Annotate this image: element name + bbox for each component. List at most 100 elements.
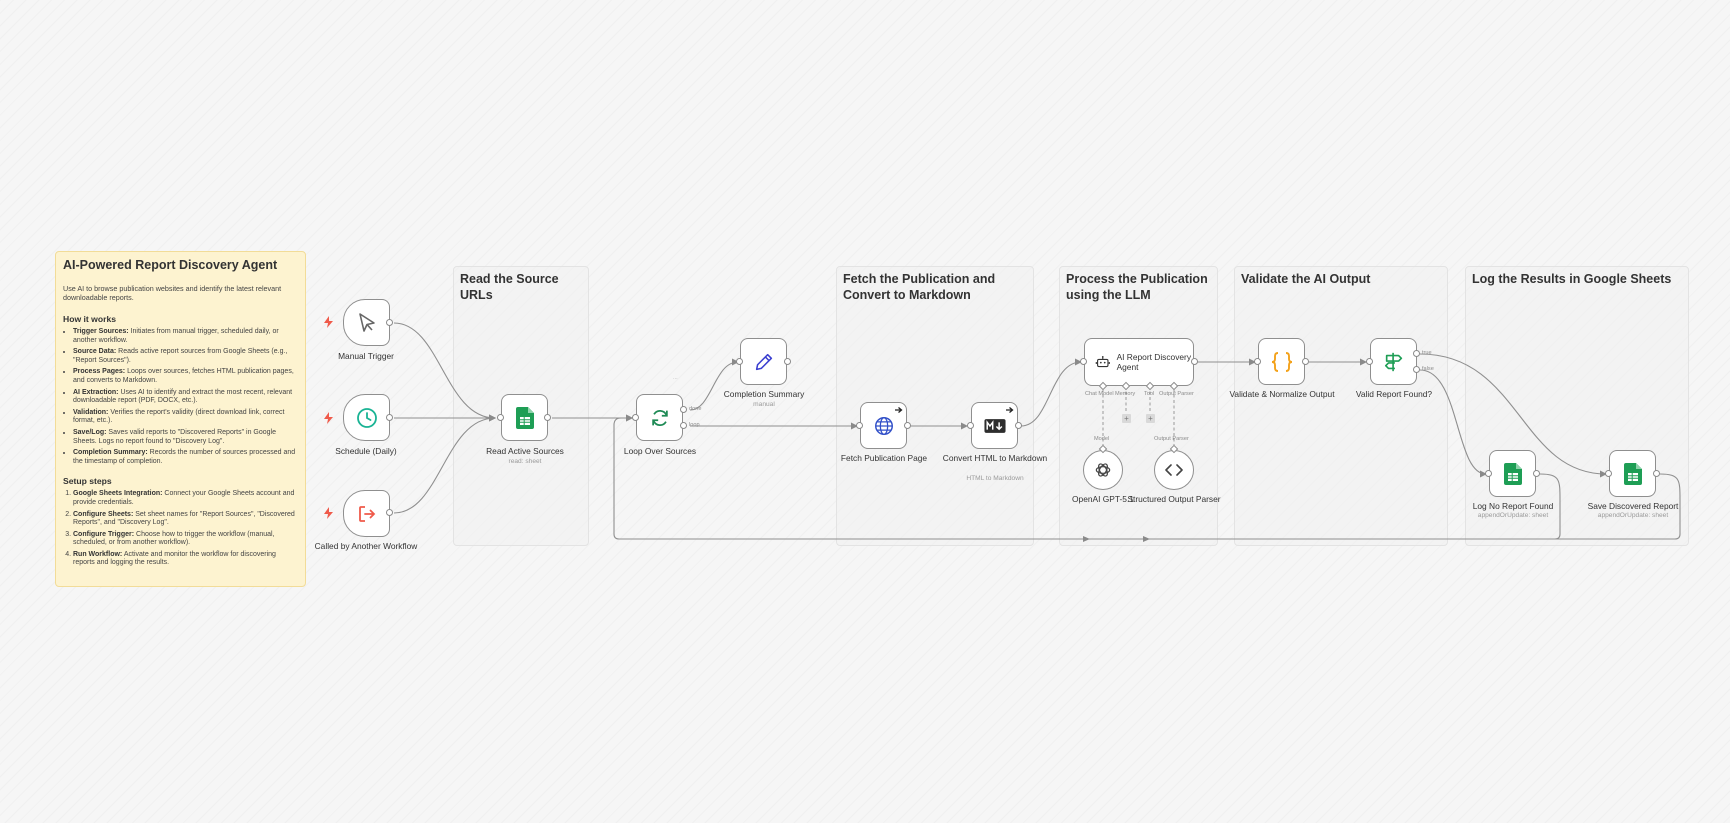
read-active-sources-node[interactable] [501, 394, 548, 441]
log-no-report-found-node[interactable] [1489, 450, 1536, 497]
section-title: Validate the AI Output [1241, 272, 1371, 286]
list-item: Process Pages: Loops over sources, fetch… [73, 368, 298, 385]
port-label-memory: Memory [1115, 391, 1136, 397]
how-it-works-heading: How it works [63, 314, 117, 324]
list-item: Configure Trigger: Choose how to trigger… [73, 531, 298, 548]
list-item: Trigger Sources: Initiates from manual t… [73, 328, 298, 345]
input-port[interactable] [1080, 358, 1087, 365]
validate-normalize-node[interactable] [1258, 338, 1305, 385]
output-port[interactable] [544, 414, 551, 421]
input-port[interactable] [736, 358, 743, 365]
input-port[interactable] [1254, 358, 1261, 365]
schedule-trigger-node[interactable] [343, 394, 390, 441]
list-item: Validation: Verifies the report's validi… [73, 409, 298, 426]
node-label: Structured Output Parser [1127, 494, 1221, 504]
output-port-done[interactable] [680, 406, 687, 413]
list-item: Google Sheets Integration: Connect your … [73, 490, 298, 507]
node-label: Called by Another Workflow [314, 541, 418, 551]
node-label: Loop Over Sources [623, 446, 697, 456]
list-item: AI Extraction: Uses AI to identify and e… [73, 389, 298, 406]
list-item: Completion Summary: Records the number o… [73, 449, 298, 466]
list-item: Run Workflow: Activate and monitor the w… [73, 551, 298, 568]
input-port[interactable] [856, 422, 863, 429]
node-label: Schedule (Daily) [335, 446, 397, 456]
sticky-note-title: AI-Powered Report Discovery Agent [63, 258, 278, 272]
how-it-works-list: Trigger Sources: Initiates from manual t… [63, 328, 298, 466]
output-port[interactable] [784, 358, 791, 365]
list-item: Save/Log: Saves valid reports to "Discov… [73, 429, 298, 446]
node-label: Fetch Publication Page [840, 453, 928, 463]
node-label: Manual Trigger [338, 351, 394, 361]
google-sheets-icon [1623, 462, 1642, 485]
node-subtitle: manual [753, 401, 775, 408]
manual-trigger-node[interactable] [343, 299, 390, 346]
trigger-bolt-icon [324, 316, 333, 328]
port-label-loop: loop [689, 422, 700, 428]
clock-icon [356, 407, 377, 428]
port-label-done: done [689, 406, 702, 412]
output-port[interactable] [1015, 422, 1022, 429]
openai-chat-model-node[interactable] [1083, 450, 1123, 490]
refresh-icon [651, 409, 668, 426]
input-port[interactable] [497, 414, 504, 421]
sign-out-icon [358, 505, 375, 522]
signpost-icon [1384, 352, 1402, 371]
sticky-note[interactable]: AI-Powered Report Discovery Agent Use AI… [55, 251, 306, 587]
output-port-true[interactable] [1413, 350, 1420, 357]
arrow-right-icon [895, 407, 903, 413]
output-port[interactable] [386, 414, 393, 421]
workflow-canvas[interactable]: AI-Powered Report Discovery Agent Use AI… [0, 0, 1730, 823]
input-port[interactable] [1605, 470, 1612, 477]
port-label-output-parser: Output Parser [1154, 436, 1189, 442]
output-port-loop[interactable] [680, 422, 687, 429]
node-label: Validate & Normalize Output [1229, 389, 1335, 399]
node-subtitle: read: sheet [508, 458, 542, 465]
section-title: Read the Source URLs [460, 272, 559, 302]
port-label-tool: Tool [1144, 391, 1155, 397]
pencil-icon [755, 353, 772, 370]
node-label: Save Discovered Report [1587, 501, 1679, 511]
code-icon [1165, 464, 1183, 476]
list-item: Configure Sheets: Set sheet names for "R… [73, 511, 298, 528]
output-port[interactable] [386, 319, 393, 326]
cursor-icon [358, 312, 375, 332]
add-memory-button[interactable]: + [1122, 414, 1131, 423]
execute-workflow-trigger-node[interactable] [343, 490, 390, 537]
port-label-model: Model [1094, 436, 1110, 442]
save-discovered-report-node[interactable] [1609, 450, 1656, 497]
structured-output-parser-node[interactable] [1154, 450, 1194, 490]
output-port[interactable] [1653, 470, 1660, 477]
output-port[interactable] [1533, 470, 1540, 477]
node-label: Log No Report Found [1472, 501, 1554, 511]
section-validate[interactable]: Validate the AI Output [1234, 266, 1448, 546]
node-subtitle: appendOrUpdate: sheet [1597, 512, 1669, 519]
convert-html-to-markdown-node[interactable] [971, 402, 1018, 449]
port-label-false: false [1422, 366, 1434, 372]
input-port[interactable] [1366, 358, 1373, 365]
google-sheets-icon [1503, 462, 1522, 485]
output-port-false[interactable] [1413, 366, 1420, 373]
input-port[interactable] [1485, 470, 1492, 477]
section-title: Fetch the Publication and Convert to Mar… [843, 272, 996, 302]
node-label: AI Report Discovery Agent [1116, 352, 1192, 372]
loop-over-sources-node[interactable] [636, 394, 683, 441]
completion-summary-node[interactable] [740, 338, 787, 385]
ai-report-discovery-agent-node[interactable]: AI Report Discovery Agent [1084, 338, 1194, 386]
section-title: Log the Results in Google Sheets [1472, 272, 1672, 286]
port-label-output-parser: Output Parser [1159, 391, 1194, 397]
input-port[interactable] [632, 414, 639, 421]
robot-icon [1095, 355, 1110, 368]
output-port[interactable] [386, 509, 393, 516]
add-tool-button[interactable]: + [1146, 414, 1155, 423]
list-item: Source Data: Reads active report sources… [73, 348, 298, 365]
fetch-publication-page-node[interactable] [860, 402, 907, 449]
valid-report-found-node[interactable] [1370, 338, 1417, 385]
output-port[interactable] [904, 422, 911, 429]
arrow-right-icon [1006, 407, 1014, 413]
output-port[interactable] [1302, 358, 1309, 365]
input-port[interactable] [967, 422, 974, 429]
section-process-llm[interactable]: Process the Publication using the LLM [1059, 266, 1218, 546]
trigger-bolt-icon [324, 507, 333, 519]
output-port[interactable] [1191, 358, 1198, 365]
node-label: Completion Summary [723, 389, 805, 399]
